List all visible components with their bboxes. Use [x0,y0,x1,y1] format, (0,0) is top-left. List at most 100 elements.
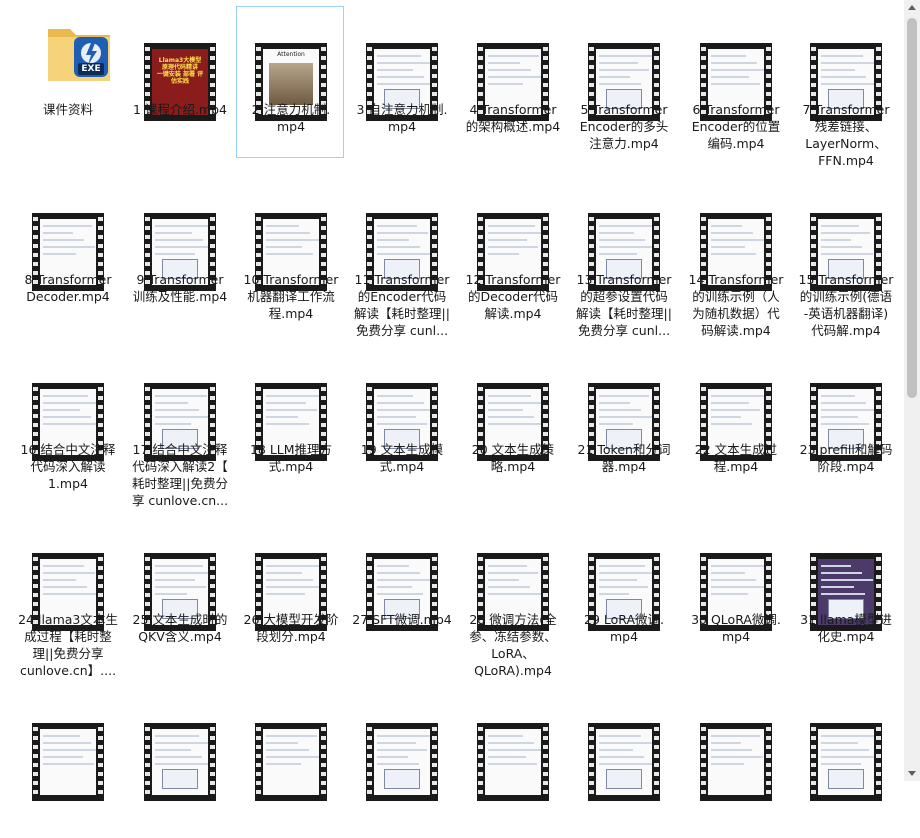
scrollbar-thumb[interactable] [907,18,917,398]
thumbnail-text-line [488,586,530,588]
video-file-item[interactable]: 31 llama模型进 化史.mp4 [791,516,899,668]
thumbnail-text-line [377,749,427,751]
video-file-item[interactable]: 18 LLM推理方 式.mp4 [236,346,344,498]
thumbnail-text-line [821,225,859,227]
scroll-down-arrow-icon[interactable] [908,771,916,776]
video-file-item[interactable]: 6 Transformer Encoder的位置 编码.mp4 [681,6,789,158]
thumbnail-text-line [43,416,91,418]
file-name-label: 1 课程介绍.mp4 [133,102,227,117]
sprocket-holes [876,727,881,797]
thumbnail-text-line [821,69,855,71]
scroll-up-arrow-icon[interactable] [908,5,916,10]
sprocket-holes [321,727,326,797]
thumbnail-text-line [155,579,195,581]
thumbnail-text-line [711,735,760,737]
thumbnail-text-line [488,749,541,751]
video-file-item[interactable]: 29 LoRA微调. mp4 [569,516,677,668]
video-file-item[interactable]: 22 文本生成过 程.mp4 [681,346,789,498]
thumbnail-text-line [266,572,302,574]
thumbnail-text-line [711,395,764,397]
video-file-item[interactable] [569,686,677,838]
video-file-item[interactable]: 20 文本生成策 略.mp4 [458,346,566,498]
thumbnail-diagram [606,769,642,789]
vertical-scrollbar[interactable] [904,0,920,781]
thumbnail-text-line [711,423,752,425]
video-file-item[interactable]: 23 prefill和解码 阶段.mp4 [791,346,899,498]
thumbnail-text-line [711,579,756,581]
video-file-item[interactable] [347,686,455,838]
video-file-item[interactable]: 30 QLoRA微调. mp4 [681,516,789,668]
video-file-item[interactable]: 11 Transformer 的Encoder代码 解读【耗时整理|| 免费分享 cu… [347,176,455,338]
video-file-item[interactable]: 21 Token和分词 器.mp4 [569,346,677,498]
thumbnail-text-line [43,565,84,567]
video-file-item[interactable] [791,686,899,838]
thumbnail-text-line [821,742,858,744]
file-name-label: 21 Token和分词 器.mp4 [577,442,671,474]
video-file-item[interactable] [13,686,121,838]
file-name-label: 2 注意力机制. mp4 [251,102,331,134]
video-file-item[interactable]: 5 Transformer Encoder的多头 注意力.mp4 [569,6,677,158]
thumbnail-text-line [266,749,309,751]
video-file-item[interactable] [125,686,233,838]
video-file-item[interactable] [681,686,789,838]
file-name-label: 11 Transformer 的Encoder代码 解读【耗时整理|| 免费分享 cu… [354,272,450,338]
video-file-item[interactable]: 7 Transformer 残差链接、 LayerNorm、 FFN.mp4 [791,6,899,168]
thumbnail-text-line [821,55,863,57]
thumbnail-text-line [377,402,424,404]
video-file-item[interactable]: 14 Transformer 的训练示例（人 为随机数据）代 码解读.mp4 [681,176,789,338]
thumbnail-text-line [488,735,523,737]
filmstrip-icon [810,723,882,801]
video-thumbnail [348,723,456,801]
video-file-item[interactable]: 8 Transformer Decoder.mp4 [13,176,121,328]
thumbnail-text-line [377,232,428,234]
file-name-label: 10 Transformer 机器翻译工作流 程.mp4 [243,272,339,321]
thumbnail-text-line [377,69,413,71]
filmstrip-icon [477,723,549,801]
video-file-item[interactable]: 10 Transformer 机器翻译工作流 程.mp4 [236,176,344,328]
filmstrip-icon [588,723,660,801]
video-file-item[interactable]: 3 自注意力机制. mp4 [347,6,455,158]
filmstrip-icon [366,723,438,801]
thumbnail-text-line [377,593,423,595]
video-file-item[interactable]: 26 大模型开发阶 段划分.mp4 [236,516,344,668]
video-file-item[interactable] [458,686,566,838]
file-name-label: 16 结合中文注释 代码深入解读 1.mp4 [20,442,116,491]
thumbnail-text-line [599,253,637,255]
video-file-item[interactable]: 28 微调方法(全 参、冻结参数、 LoRA、 QLoRA).mp4 [458,516,566,678]
video-file-item[interactable]: Llama3大模型 原理代码精讲 一键安装 部署 评估实践 1 课程介绍.mp4 [125,6,233,158]
sprocket-holes [701,727,706,797]
filmstrip-icon [32,723,104,801]
thumbnail-text-line [711,225,742,227]
file-name-label: 5 Transformer Encoder的多头 注意力.mp4 [579,102,669,151]
video-file-item[interactable]: 4 Transformer 的架构概述.mp4 [458,6,566,158]
video-file-item[interactable]: 12 Transformer 的Decoder代码 解读.mp4 [458,176,566,328]
video-file-item[interactable]: Attention 2 注意力机制. mp4 [236,6,344,158]
video-file-item[interactable]: 16 结合中文注释 代码深入解读 1.mp4 [13,346,121,498]
video-file-item[interactable]: 19 文本生成模 式.mp4 [347,346,455,498]
folder-item[interactable]: EXE 课件资料 [13,6,121,158]
video-file-item[interactable]: 9 Transformer 训练及性能.mp4 [125,176,233,328]
thumbnail-text-line [821,763,861,765]
thumbnail-text-line [599,409,641,411]
video-file-item[interactable]: 25 文本生成时的 QKV含义.mp4 [125,516,233,668]
sprocket-holes [256,727,261,797]
thumbnail-text-line [488,395,531,397]
video-file-item[interactable] [236,686,344,838]
video-frame-preview [263,729,319,795]
video-file-item[interactable]: 13 Transformer 的超参设置代码 解读【耗时整理|| 免费分享 cunl.… [569,176,677,338]
video-file-item[interactable]: 15 Transformer 的训练示例(德语 -英语机器翻译) 代码解.mp4 [791,176,899,338]
file-name-label: 9 Transformer 训练及性能.mp4 [132,272,228,304]
thumbnail-text-line [155,423,191,425]
thumbnail-text-line [599,749,633,751]
thumbnail-text-line [377,253,430,255]
thumbnail-text-line [711,749,752,751]
thumbnail-text-line [266,225,299,227]
video-thumbnail [570,723,678,801]
thumbnail-text-line [43,253,76,255]
thumbnail-text-line [711,76,749,78]
video-file-item[interactable]: 24 llama3文本生 成过程【耗时整 理||免费分享 cunlove.cn】...… [13,516,121,678]
thumbnail-text-line [821,593,865,595]
video-file-item[interactable]: 17 结合中文注释 代码深入解读2【 耗时整理||免费分享 cunlove.cn..… [125,346,233,508]
exe-folder-icon [48,29,110,81]
video-file-item[interactable]: 27 SFT微调.mp4 [347,516,455,668]
